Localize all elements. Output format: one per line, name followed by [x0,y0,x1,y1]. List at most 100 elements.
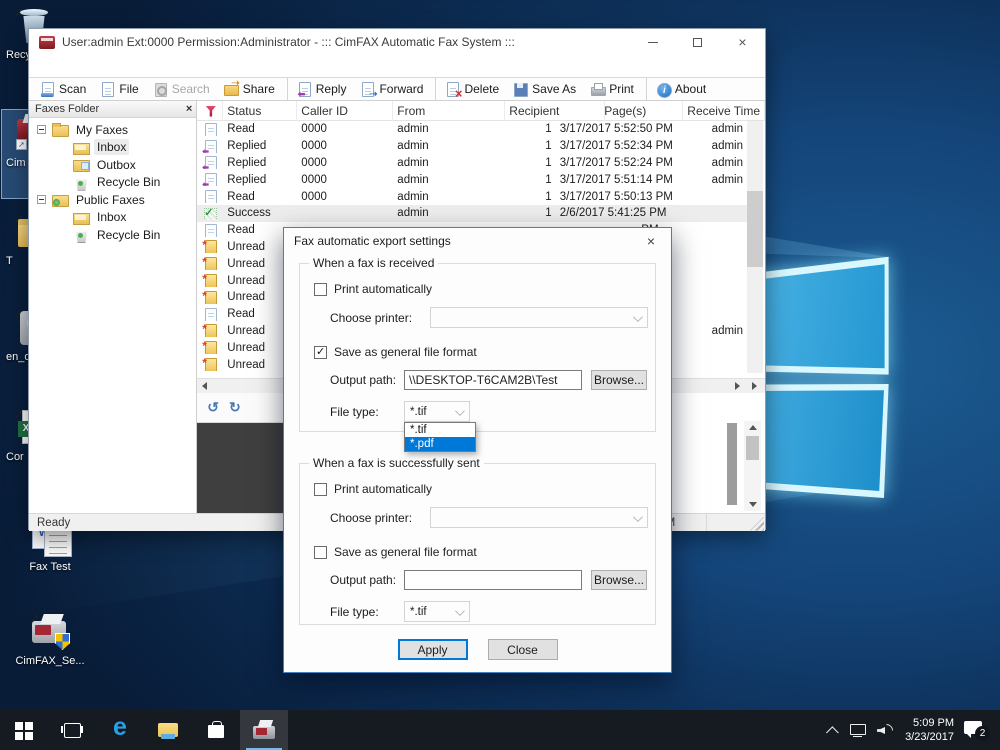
menu-item[interactable] [107,64,125,68]
toolbar-button[interactable]: Forward [353,78,436,100]
file-type-combobox[interactable]: *.tif [404,601,470,622]
taskbar-clock[interactable]: 5:09 PM 3/23/2017 [905,716,954,745]
toolbar-button[interactable]: Reply [290,78,354,100]
desktop-icon[interactable]: ➚ CimFAX_Se... [2,608,106,700]
tree-expander-icon[interactable] [37,195,46,204]
save-format-checkbox[interactable] [314,546,327,559]
scroll-down-icon[interactable] [749,502,757,507]
action-center-icon[interactable]: 2 [964,719,990,741]
network-icon[interactable] [849,723,867,737]
print-automatically-checkbox[interactable] [314,283,327,296]
desktop-icon-image[interactable]: ➚ [30,611,70,653]
toolbar-button[interactable]: File [93,78,145,100]
close-dialog-button[interactable]: Close [488,639,558,660]
rotate-left-icon[interactable]: ↺ [207,399,219,416]
file-type-option-tif[interactable]: *.tif [405,423,475,437]
toolbar-button[interactable]: Save As [506,78,583,100]
fax-row[interactable]: Replied 0000 admin 1 3/17/2017 5:52:34 P… [197,138,747,155]
close-button[interactable]: × [720,29,765,55]
column-header-status[interactable]: Status [223,101,297,121]
scroll-right-icon[interactable] [735,382,740,390]
resize-grip[interactable] [750,517,764,531]
column-header-pages[interactable]: Page(s) [605,101,683,121]
column-header-callerid[interactable]: Caller ID [297,101,393,121]
scroll-right-icon[interactable] [752,382,757,390]
tree-item[interactable]: Recycle Bin [29,174,196,192]
tree-item[interactable]: My Faxes [29,121,196,139]
tree-expander-icon[interactable] [37,125,46,134]
dialog-close-button[interactable]: × [631,233,671,249]
folders-panel-close-icon[interactable]: × [186,103,192,115]
window-titlebar[interactable]: User:admin Ext:0000 Permission:Administr… [29,29,765,55]
fax-row[interactable]: Success admin 1 2/6/2017 5:41:25 PM [197,205,747,222]
column-header-recipient[interactable]: Recipient [505,101,605,121]
folders-panel-title: Faxes Folder [35,103,186,115]
cell-receiver: admin [683,157,747,169]
cell-pages: 1 [545,140,551,152]
save-format-checkbox[interactable] [314,346,327,359]
tree-item[interactable]: Recycle Bin [29,226,196,244]
list-vertical-scrollbar[interactable] [747,121,763,373]
file-type-row: File type: *.tif [330,601,655,622]
clock-time: 5:09 PM [905,716,954,730]
tree-item[interactable]: Public Faxes [29,191,196,209]
tree-item[interactable]: Inbox [29,139,196,157]
scrollbar-thumb[interactable] [746,436,759,460]
volume-icon[interactable] [877,723,895,737]
taskbar-app-icon[interactable] [13,719,35,741]
file-type-combobox[interactable]: *.tif [404,401,470,422]
tree-item[interactable]: Outbox [29,156,196,174]
menu-item[interactable] [53,64,71,68]
taskbar-app[interactable] [144,710,192,750]
scrollbar-thumb[interactable] [747,191,763,267]
column-header-from[interactable]: From [393,101,505,121]
output-path-input[interactable]: \\DESKTOP-T6CAM2B\Test [404,370,582,390]
output-path-input[interactable] [404,570,582,590]
filter-column-header[interactable] [197,101,223,121]
fax-row[interactable]: Replied 0000 admin 1 3/17/2017 5:51:14 P… [197,171,747,188]
shortcut-arrow-icon: ➚ [14,211,24,225]
menu-item[interactable] [89,64,107,68]
minimize-button[interactable] [630,29,675,55]
printer-combobox[interactable] [430,307,648,328]
toolbar-button[interactable]: Share [217,78,288,100]
apply-button[interactable]: Apply [398,639,468,660]
tree-item[interactable]: Inbox [29,209,196,227]
scroll-left-icon[interactable] [202,382,207,390]
taskbar-app[interactable] [240,710,288,750]
rotate-right-icon[interactable]: ↻ [229,399,241,416]
taskbar-app[interactable]: e [96,710,144,750]
toolbar-button[interactable]: Delete [438,78,506,100]
print-automatically-checkbox[interactable] [314,483,327,496]
taskbar-app-icon[interactable]: e [109,719,131,741]
maximize-button[interactable] [675,29,720,55]
browse-button[interactable]: Browse... [591,570,647,590]
taskbar-app-icon[interactable] [61,719,83,741]
taskbar-app-icon[interactable] [157,719,179,741]
menu-item[interactable] [125,64,143,68]
taskbar-app-icon[interactable] [205,719,227,741]
toolbar-button[interactable]: Search [146,78,217,100]
save-format-row: Save as general file format [314,345,655,359]
toolbar-button[interactable]: About [649,78,713,100]
file-type-option-pdf[interactable]: *.pdf [405,437,475,451]
preview-scrollbar[interactable] [744,421,761,511]
dialog-titlebar[interactable]: Fax automatic export settings × [284,228,671,254]
toolbar-button[interactable]: Print [583,78,647,100]
taskbar-app[interactable] [48,710,96,750]
scroll-up-icon[interactable] [749,425,757,430]
taskbar-app[interactable] [192,710,240,750]
taskbar-app-icon[interactable] [253,719,275,741]
menu-item[interactable] [71,64,89,68]
taskbar-app[interactable] [0,710,48,750]
fax-row[interactable]: Read 0000 admin 1 3/17/2017 5:52:50 PM a… [197,121,747,138]
cell-status: Read [223,123,297,135]
fax-row[interactable]: Read 0000 admin 1 3/17/2017 5:50:13 PM [197,188,747,205]
column-header-receivetime[interactable]: Receive Time [683,101,765,121]
toolbar-button[interactable]: Scan [33,78,93,100]
menu-item[interactable] [35,64,53,68]
browse-button[interactable]: Browse... [591,370,647,390]
printer-combobox[interactable] [430,507,648,528]
fax-row[interactable]: Replied 0000 admin 1 3/17/2017 5:52:24 P… [197,155,747,172]
cimfax-app-icon [39,36,55,49]
